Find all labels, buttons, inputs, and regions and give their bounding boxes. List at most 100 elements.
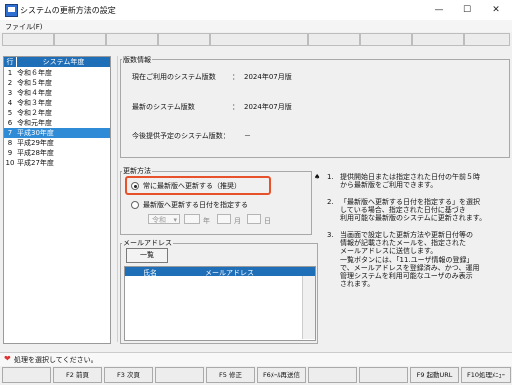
menu-bar bbox=[0, 20, 512, 32]
version-info-label: 版数情報 bbox=[122, 55, 152, 65]
row-number-header: 行 bbox=[4, 57, 17, 67]
fkey-f7[interactable] bbox=[308, 367, 357, 383]
note-3-line: 情報が記載されたメールを、指定された bbox=[340, 239, 466, 247]
app-icon bbox=[5, 4, 18, 17]
year-list-header: 行 システム年度 bbox=[4, 57, 110, 67]
scrollbar[interactable] bbox=[302, 276, 315, 339]
window-title: システムの更新方法の設定 bbox=[20, 6, 116, 15]
chevron-down-icon: ▾ bbox=[173, 216, 177, 224]
year-row-selected[interactable]: 7 平成30年度 bbox=[4, 128, 110, 138]
year-row[interactable]: 8 平成29年度 bbox=[4, 138, 110, 148]
row-number: 8 bbox=[7, 139, 13, 147]
note-2-line: 利用可能な最新版のシステムに更新されます。 bbox=[340, 214, 487, 222]
current-version-value: 2024年07月版 bbox=[244, 73, 292, 81]
fkey-f3-next-page[interactable]: F3 次頁 bbox=[104, 367, 153, 383]
fkey-f6-resend-mail[interactable]: F6ﾒｰﾙ再送信 bbox=[257, 367, 306, 383]
minimize-button[interactable]: — bbox=[427, 0, 451, 20]
year-row[interactable]: 5 令和２年度 bbox=[4, 108, 110, 118]
month-input[interactable] bbox=[217, 214, 231, 224]
option-specify-date-label[interactable]: 最新版へ更新する日付を指定する bbox=[143, 200, 248, 210]
current-version-label: 現在ご利用のシステム版数 bbox=[132, 73, 216, 81]
option-always-latest-label[interactable]: 常に最新版へ更新する（推奨） bbox=[143, 181, 241, 191]
row-number: 7 bbox=[7, 129, 13, 137]
notes-bullet: ♠ bbox=[314, 173, 321, 181]
note-3-number: 3. bbox=[327, 231, 334, 239]
radio-specify-date[interactable] bbox=[131, 201, 139, 209]
year-row[interactable]: 1 令和６年度 bbox=[4, 68, 110, 78]
fkey-f1[interactable] bbox=[2, 367, 51, 383]
row-number: 1 bbox=[7, 69, 13, 77]
note-1-number: 1. bbox=[327, 173, 334, 181]
year-row[interactable]: 4 令和３年度 bbox=[4, 98, 110, 108]
mail-group-label: メールアドレス bbox=[122, 238, 173, 248]
mail-table-header: 氏名 メールアドレス bbox=[125, 267, 315, 277]
latest-version-value: 2024年07月版 bbox=[244, 103, 292, 111]
year-row[interactable]: 9 平成28年度 bbox=[4, 148, 110, 158]
row-number: 3 bbox=[7, 89, 13, 97]
col-address-header: メールアドレス bbox=[205, 269, 254, 277]
toolbar-cell bbox=[464, 33, 510, 46]
note-3-line: で、メールアドレスを登録済み、かつ、運用 bbox=[340, 264, 480, 272]
year-label: 平成30年度 bbox=[17, 129, 54, 137]
toolbar-cell bbox=[2, 33, 54, 46]
month-unit: 月 bbox=[234, 217, 241, 225]
year-label: 令和６年度 bbox=[17, 69, 52, 77]
update-method-label: 更新方法 bbox=[122, 166, 152, 176]
note-3-line: 一覧ボタンには、「11.ユーザ情報の登録」 bbox=[340, 256, 474, 264]
year-label: 令和元年度 bbox=[17, 119, 52, 127]
col-name-header: 氏名 bbox=[143, 269, 157, 277]
current-version-sep: ： bbox=[232, 73, 239, 81]
note-2-line: 「最新版へ更新する日付を指定する」を選択 bbox=[340, 198, 480, 206]
year-list: 行 システム年度 1 令和６年度 2 令和５年度 3 令和４年度 4 令和３年度 5 令和… bbox=[3, 56, 111, 344]
fkey-f2-prev-page[interactable]: F2 前頁 bbox=[53, 367, 102, 383]
year-row[interactable]: 3 令和４年度 bbox=[4, 88, 110, 98]
fkey-f9-launch-url[interactable]: F9 起動URL bbox=[410, 367, 459, 383]
latest-version-sep: ： bbox=[232, 103, 239, 111]
row-number: 5 bbox=[7, 109, 13, 117]
menu-file[interactable]: ファイル(F) bbox=[5, 22, 43, 32]
planned-version-label: 今後提供予定のシステム版数： bbox=[132, 132, 230, 140]
toolbar-cell bbox=[210, 33, 308, 46]
list-button[interactable]: 一覧 bbox=[126, 248, 168, 263]
era-value: 令和 bbox=[152, 216, 166, 224]
year-unit: 年 bbox=[203, 217, 210, 225]
note-2-line: している場合、指定された日付に基づき bbox=[340, 206, 466, 214]
note-1-line: 提供開始日または指定された日付の午前５時 bbox=[340, 173, 480, 181]
note-1-line: から最新版をご利用できます。 bbox=[340, 181, 438, 189]
year-label: 令和３年度 bbox=[17, 99, 52, 107]
close-button[interactable]: ✕ bbox=[484, 0, 508, 20]
toolbar-cell bbox=[106, 33, 158, 46]
day-unit: 日 bbox=[264, 217, 271, 225]
year-label: 令和４年度 bbox=[17, 89, 52, 97]
note-3-line: メールアドレスに送信します。 bbox=[340, 247, 438, 255]
planned-version-value: － bbox=[244, 132, 251, 140]
latest-version-label: 最新のシステム版数 bbox=[132, 103, 195, 111]
mail-table: 氏名 メールアドレス bbox=[124, 266, 316, 341]
note-3-line: 管理システムを利用可能なユーザのみ表示 bbox=[340, 272, 473, 280]
toolbar-cell bbox=[54, 33, 106, 46]
maximize-button[interactable]: ☐ bbox=[455, 0, 479, 20]
radio-always-latest[interactable] bbox=[131, 182, 139, 190]
fkey-f4[interactable] bbox=[155, 367, 204, 383]
status-text: 処理を選択してください。 bbox=[14, 356, 98, 364]
year-row[interactable]: 2 令和５年度 bbox=[4, 78, 110, 88]
row-number: 4 bbox=[7, 99, 13, 107]
row-number: 6 bbox=[7, 119, 13, 127]
era-select[interactable]: 令和 ▾ bbox=[148, 214, 180, 224]
toolbar-cell bbox=[412, 33, 464, 46]
year-input[interactable] bbox=[184, 214, 200, 224]
fkey-f10-menu[interactable]: F10処理ﾒﾆｭｰ bbox=[461, 367, 511, 383]
year-label: 平成29年度 bbox=[17, 139, 54, 147]
splitter[interactable] bbox=[117, 56, 118, 342]
row-number: 9 bbox=[7, 149, 13, 157]
toolbar-cell bbox=[360, 33, 412, 46]
day-input[interactable] bbox=[247, 214, 261, 224]
year-label: 令和２年度 bbox=[17, 109, 52, 117]
year-row[interactable]: 10 平成27年度 bbox=[4, 158, 110, 168]
note-3-line: されます。 bbox=[340, 280, 375, 288]
fkey-f5-edit[interactable]: F5 修正 bbox=[206, 367, 255, 383]
fkey-f8[interactable] bbox=[359, 367, 408, 383]
function-key-bar: F2 前頁 F3 次頁 F5 修正 F6ﾒｰﾙ再送信 F9 起動URL F10処… bbox=[0, 367, 512, 383]
year-row[interactable]: 6 令和元年度 bbox=[4, 118, 110, 128]
row-number: 10 bbox=[5, 159, 15, 167]
